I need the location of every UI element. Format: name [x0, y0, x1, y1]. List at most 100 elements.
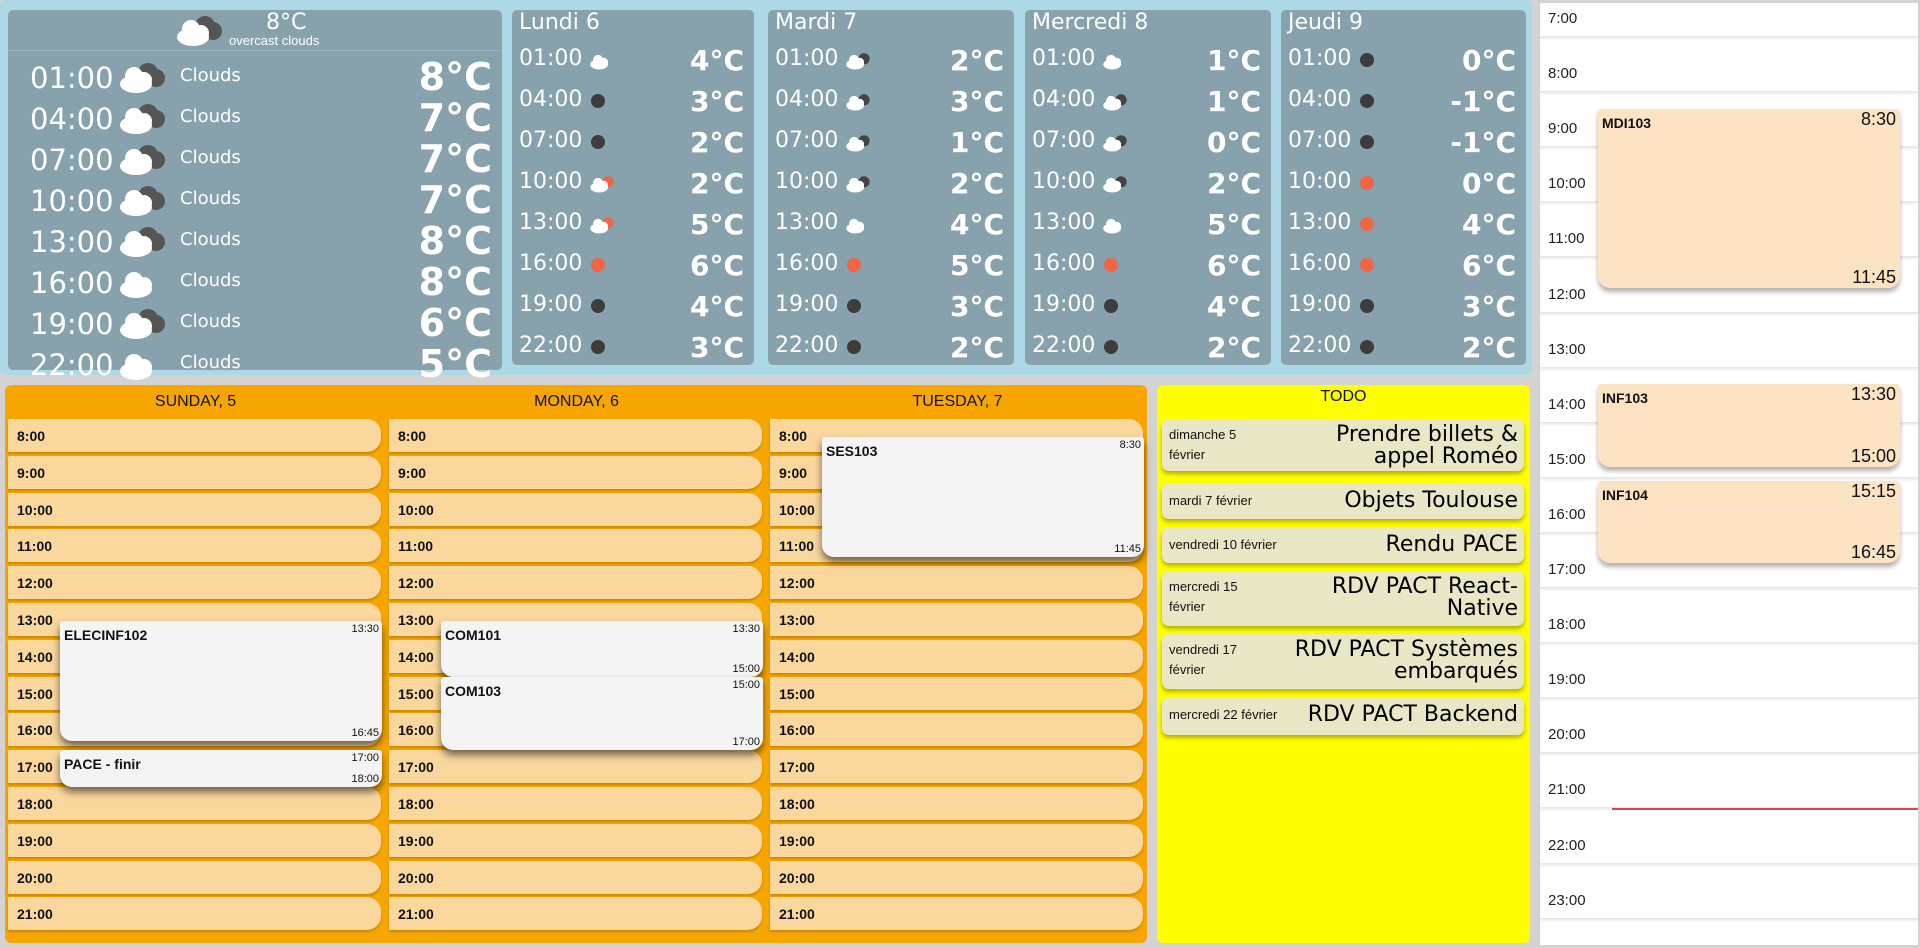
todo-date: mercredi 22 février [1169, 707, 1278, 722]
time-slot[interactable]: 19:00 [389, 823, 762, 857]
temperature: 0°C [1206, 126, 1261, 159]
calendar-event[interactable]: COM101 13:30 15:00 [441, 621, 763, 677]
time-slot[interactable]: 18:00 [389, 787, 762, 820]
hour-label: 10:00 [1548, 175, 1586, 193]
todo-item[interactable]: vendredi 17 février RDV PACT Systèmes emb… [1162, 634, 1524, 689]
time-slot[interactable]: 11:00 [389, 529, 762, 563]
temperature: 4°C [1461, 208, 1516, 241]
hour-row[interactable]: 8:00 [1540, 48, 1918, 93]
time-slot[interactable]: 12:00 [770, 566, 1143, 600]
time-slot[interactable]: 9:00 [8, 455, 381, 489]
slot-time: 13:00 [17, 612, 53, 628]
time-slot[interactable]: 18:00 [8, 787, 381, 820]
hour-row[interactable]: 13:00 [1540, 324, 1918, 368]
time-slot[interactable]: 13:00 [770, 603, 1143, 636]
slot-time: 10:00 [779, 501, 815, 518]
night-dot-icon [1360, 53, 1374, 67]
calendar-day-title: TUESDAY, 7 [912, 393, 1003, 410]
hour-row[interactable]: 23:00 [1540, 875, 1918, 919]
agenda-event[interactable]: INF104 15:15 16:45 [1598, 480, 1900, 564]
calendar-event[interactable]: COM103 15:00 17:00 [441, 676, 763, 751]
time-slot[interactable]: 20:00 [8, 860, 381, 894]
hour: 04:00 [30, 102, 114, 136]
time-slot[interactable]: 17:00 [770, 750, 1143, 784]
calendar-event[interactable]: ELECINF102 13:30 16:45 [60, 621, 382, 741]
time-slot[interactable]: 15:00 [770, 676, 1143, 710]
calendar-day-column: TUESDAY, 7 8:00 9:00 10:00 11:00 12:00 13:00 14… [767, 385, 1148, 943]
time-slot[interactable]: 20:00 [770, 860, 1143, 894]
hourly-forecast-row: 07:00 -1°C [1281, 124, 1526, 165]
time-slot[interactable]: 19:00 [770, 823, 1143, 857]
time-slot[interactable]: 21:00 [770, 897, 1143, 931]
hourly-forecast-row: 22:00 2°C [1281, 329, 1526, 370]
condition: Clouds [180, 270, 241, 291]
calendar-event[interactable]: SES103 8:30 11:45 [822, 437, 1144, 557]
event-start: 13:30 [351, 623, 379, 636]
slot-time: 14:00 [17, 648, 53, 665]
slot-time: 19:00 [779, 832, 815, 849]
time-slot[interactable]: 19:00 [8, 823, 381, 857]
hourly-forecast-row: 10:00 2°C [768, 165, 1014, 206]
hour: 13:00 [519, 210, 583, 235]
hourly-forecast-row: 01:00 2°C [768, 42, 1014, 83]
agenda-event[interactable]: INF103 13:30 15:00 [1598, 384, 1900, 467]
time-slot[interactable]: 21:00 [389, 897, 762, 931]
night-dot-icon [1360, 94, 1374, 108]
todo-item[interactable]: dimanche 5 février Prendre billets & appe… [1162, 419, 1524, 471]
hourly-forecast-row: 04:00 1°C [1025, 83, 1271, 124]
todo-label: Rendu PACE [1385, 532, 1518, 557]
hour: 22:00 [1032, 333, 1096, 358]
cloud-night-icon [846, 53, 870, 70]
hour-row[interactable]: 22:00 [1540, 820, 1918, 864]
hour-row[interactable]: 21:00 [1540, 764, 1918, 809]
slot-time: 17:00 [779, 759, 815, 776]
hourly-forecast-row: 10:00 Clouds 7°C [8, 178, 502, 222]
hour-row[interactable]: 18:00 [1540, 599, 1918, 644]
week-calendar: SUNDAY, 5 8:00 9:00 10:00 11:00 12:00 13:00 14:… [5, 385, 1147, 943]
time-slot[interactable]: 18:00 [770, 787, 1143, 820]
time-slot[interactable]: 16:00 [770, 713, 1143, 747]
todo-item[interactable]: mercredi 15 février RDV PACT React-Native [1162, 571, 1524, 626]
time-slot[interactable]: 9:00 [389, 455, 762, 489]
event-start: 8:30 [1860, 108, 1896, 129]
cloud-night-icon [846, 135, 870, 152]
time-slot[interactable]: 8:00 [8, 419, 381, 452]
night-dot-icon [591, 299, 605, 313]
cloud-icon [590, 54, 609, 70]
sun-dot-icon [1360, 217, 1374, 231]
todo-item[interactable]: mardi 7 février Objets Toulouse [1162, 483, 1524, 519]
temperature: 1°C [949, 126, 1004, 159]
todo-item[interactable]: mercredi 22 février RDV PACT Backend [1162, 697, 1524, 735]
time-slot[interactable]: 11:00 [8, 529, 381, 563]
hour-row[interactable]: 19:00 [1540, 654, 1918, 699]
todo-date: vendredi 17 février [1169, 642, 1237, 677]
todo-item[interactable]: vendredi 10 février Rendu PACE [1162, 527, 1524, 563]
hourly-forecast-row: 16:00 6°C [512, 247, 754, 288]
time-slot[interactable]: 12:00 [8, 566, 381, 600]
slot-time: 13:00 [779, 612, 815, 628]
hourly-forecast-row: 10:00 0°C [1281, 165, 1526, 206]
hourly-forecast-row: 22:00 2°C [768, 329, 1014, 370]
time-slot[interactable]: 21:00 [8, 897, 381, 931]
hour: 10:00 [30, 184, 114, 218]
time-slot[interactable]: 14:00 [770, 639, 1143, 673]
hour: 10:00 [775, 169, 839, 194]
slot-time: 8:00 [398, 428, 427, 444]
calendar-event[interactable]: PACE - finir 17:00 18:00 [60, 750, 382, 787]
temperature: 4°C [689, 44, 744, 77]
time-slot[interactable]: 10:00 [389, 492, 762, 526]
event-title: SES103 [826, 443, 878, 460]
agenda-event[interactable]: MDI103 8:30 11:45 [1598, 108, 1900, 288]
weather-panel: 8°C overcast clouds 01:00 Clouds 8°C 04:00 C… [0, 0, 1532, 386]
night-dot-icon [847, 299, 861, 313]
time-slot[interactable]: 20:00 [389, 860, 762, 894]
time-slot[interactable]: 8:00 [389, 419, 762, 452]
hourly-forecast-row: 04:00 -1°C [1281, 83, 1526, 124]
hour-row[interactable]: 20:00 [1540, 709, 1918, 754]
time-slot[interactable]: 10:00 [8, 492, 381, 526]
temperature: 6°C [1206, 249, 1261, 282]
temperature: -1°C [1450, 126, 1516, 159]
hour-row[interactable]: 7:00 [1540, 0, 1918, 37]
time-slot[interactable]: 17:00 [389, 750, 762, 784]
time-slot[interactable]: 12:00 [389, 566, 762, 600]
